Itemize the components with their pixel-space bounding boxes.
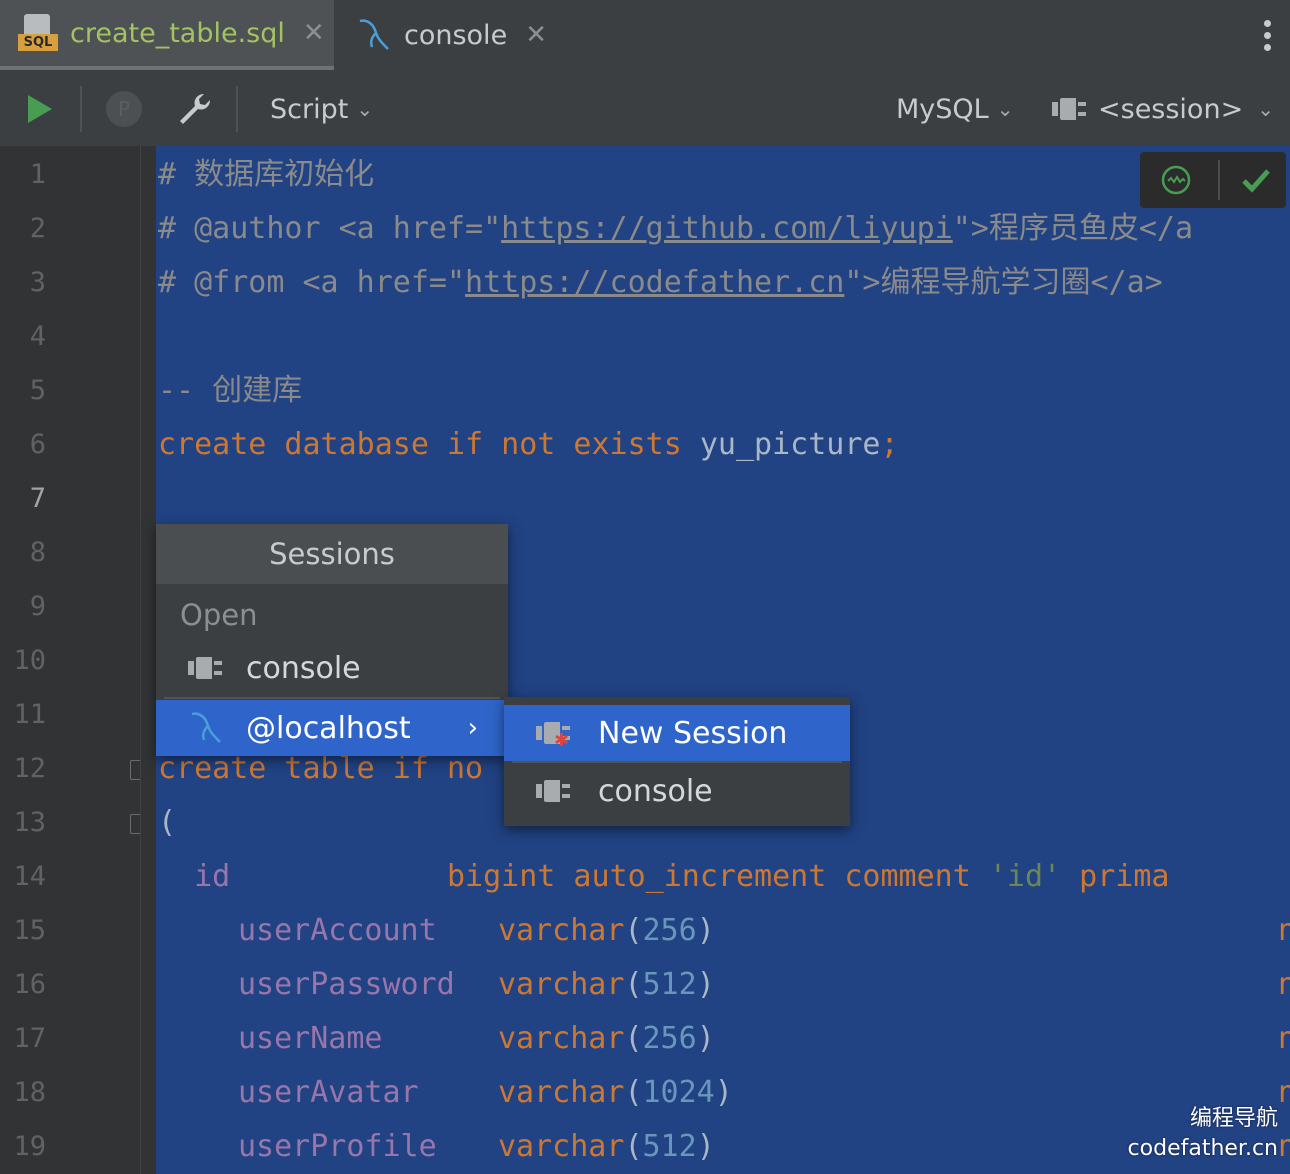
code-line: userName bbox=[238, 1021, 383, 1056]
session-icon bbox=[1052, 96, 1088, 122]
code-line: # 数据库初始化 bbox=[158, 157, 375, 192]
close-icon[interactable]: ✕ bbox=[303, 18, 325, 48]
code-line: n bbox=[1278, 1021, 1290, 1056]
line-number: 8 bbox=[29, 537, 46, 568]
popup-group-label: Open bbox=[180, 598, 258, 632]
dialect-dropdown[interactable]: MySQL ⌄ bbox=[896, 72, 1013, 146]
explain-plan-button[interactable]: P bbox=[106, 72, 142, 146]
mysql-dolphin-icon bbox=[191, 712, 221, 743]
code-line: n bbox=[1278, 1075, 1290, 1110]
chevron-down-icon: ⌄ bbox=[356, 97, 374, 121]
line-number-gutter: 1 2 3 4 5 6 7 8 9 10 11 12 13 14 15 16 1… bbox=[0, 146, 148, 1174]
line-number: 14 bbox=[13, 861, 46, 892]
code-line: create database if not exists yu_picture… bbox=[158, 427, 899, 462]
tab-create-table-sql[interactable]: SQL create_table.sql ✕ bbox=[0, 0, 334, 70]
line-number: 15 bbox=[13, 915, 46, 946]
line-number-current: 7 bbox=[29, 483, 46, 514]
code-line: userPassword bbox=[238, 967, 455, 1002]
code-line: -- 创建库 bbox=[158, 373, 303, 408]
code-line: varchar(256) bbox=[498, 913, 715, 948]
code-line: varchar(1024) bbox=[498, 1075, 733, 1110]
code-line: # @from <a href="https://codefather.cn">… bbox=[158, 265, 1163, 300]
chevron-down-icon: ⌄ bbox=[1257, 97, 1274, 121]
submenu-console-item[interactable]: console bbox=[504, 763, 850, 819]
session-icon bbox=[188, 655, 224, 681]
sessions-popup: Sessions Open console @localhost › bbox=[156, 524, 508, 756]
close-icon[interactable]: ✕ bbox=[525, 20, 547, 50]
line-number: 5 bbox=[29, 375, 46, 406]
editor-tab-bar: SQL create_table.sql ✕ console ✕ bbox=[0, 0, 1290, 73]
gutter-divider bbox=[140, 146, 157, 1174]
line-number: 2 bbox=[29, 213, 46, 244]
line-number: 4 bbox=[29, 321, 46, 352]
code-line: n bbox=[1278, 1129, 1290, 1164]
line-number: 18 bbox=[13, 1077, 46, 1108]
code-line: userAvatar bbox=[238, 1075, 419, 1110]
line-number: 13 bbox=[13, 807, 46, 838]
code-line: userProfile bbox=[238, 1129, 437, 1164]
code-line: id bigint auto_increment comment 'id' pr… bbox=[194, 859, 1170, 894]
code-line: # @author <a href="https://github.com/li… bbox=[158, 211, 1194, 246]
line-number: 10 bbox=[13, 645, 46, 676]
code-line: varchar(256) bbox=[498, 1021, 715, 1056]
chevron-down-icon: ⌄ bbox=[996, 97, 1014, 121]
code-line: n bbox=[1278, 967, 1290, 1002]
code-line: userAccount bbox=[238, 913, 437, 948]
popup-title: Sessions bbox=[156, 524, 508, 584]
chevron-right-icon: › bbox=[467, 713, 478, 743]
checkmark-icon[interactable] bbox=[1240, 164, 1272, 196]
editor-toolbar: P Script ⌄ MySQL ⌄ <session> ⌄ bbox=[0, 72, 1290, 147]
line-number: 1 bbox=[29, 159, 46, 190]
code-line: n bbox=[1278, 913, 1290, 948]
code-line: ( bbox=[158, 805, 177, 840]
play-icon bbox=[28, 95, 52, 123]
localhost-submenu: ✱ New Session console bbox=[504, 697, 850, 826]
line-number: 6 bbox=[29, 429, 46, 460]
line-number: 12 bbox=[13, 753, 46, 784]
sql-file-icon: SQL bbox=[18, 12, 60, 54]
disabled-p-icon: P bbox=[106, 91, 142, 127]
line-number: 9 bbox=[29, 591, 46, 622]
script-dropdown[interactable]: Script ⌄ bbox=[270, 72, 373, 146]
line-number: 11 bbox=[13, 699, 46, 730]
session-item-localhost[interactable]: @localhost › bbox=[156, 700, 508, 756]
code-line: varchar(512) bbox=[498, 1129, 715, 1164]
watermark: 编程导航 codefather.cn bbox=[1127, 1106, 1278, 1161]
mysql-dolphin-icon bbox=[359, 19, 389, 50]
tab-label: console bbox=[404, 19, 508, 51]
run-button[interactable] bbox=[22, 72, 56, 146]
line-number: 16 bbox=[13, 969, 46, 1000]
session-dropdown[interactable]: <session> ⌄ bbox=[1052, 72, 1274, 146]
new-session-icon: ✱ bbox=[536, 720, 572, 750]
code-line: varchar(512) bbox=[498, 967, 715, 1002]
code-link[interactable]: https://codefather.cn bbox=[465, 265, 844, 300]
line-number: 19 bbox=[13, 1131, 46, 1162]
tab-console[interactable]: console ✕ bbox=[340, 0, 560, 70]
line-number: 17 bbox=[13, 1023, 46, 1054]
wrench-icon bbox=[180, 93, 211, 124]
new-session-item[interactable]: ✱ New Session bbox=[504, 705, 850, 761]
tab-label: create_table.sql bbox=[70, 17, 285, 49]
inspection-widget bbox=[1140, 152, 1286, 208]
more-options-icon[interactable] bbox=[1264, 20, 1272, 56]
line-number: 3 bbox=[29, 267, 46, 298]
session-icon bbox=[536, 778, 572, 804]
session-item-console[interactable]: console bbox=[156, 640, 508, 696]
settings-button[interactable] bbox=[176, 72, 214, 146]
inspection-status-icon[interactable] bbox=[1160, 164, 1192, 196]
code-link[interactable]: https://github.com/liyupi bbox=[501, 211, 953, 246]
